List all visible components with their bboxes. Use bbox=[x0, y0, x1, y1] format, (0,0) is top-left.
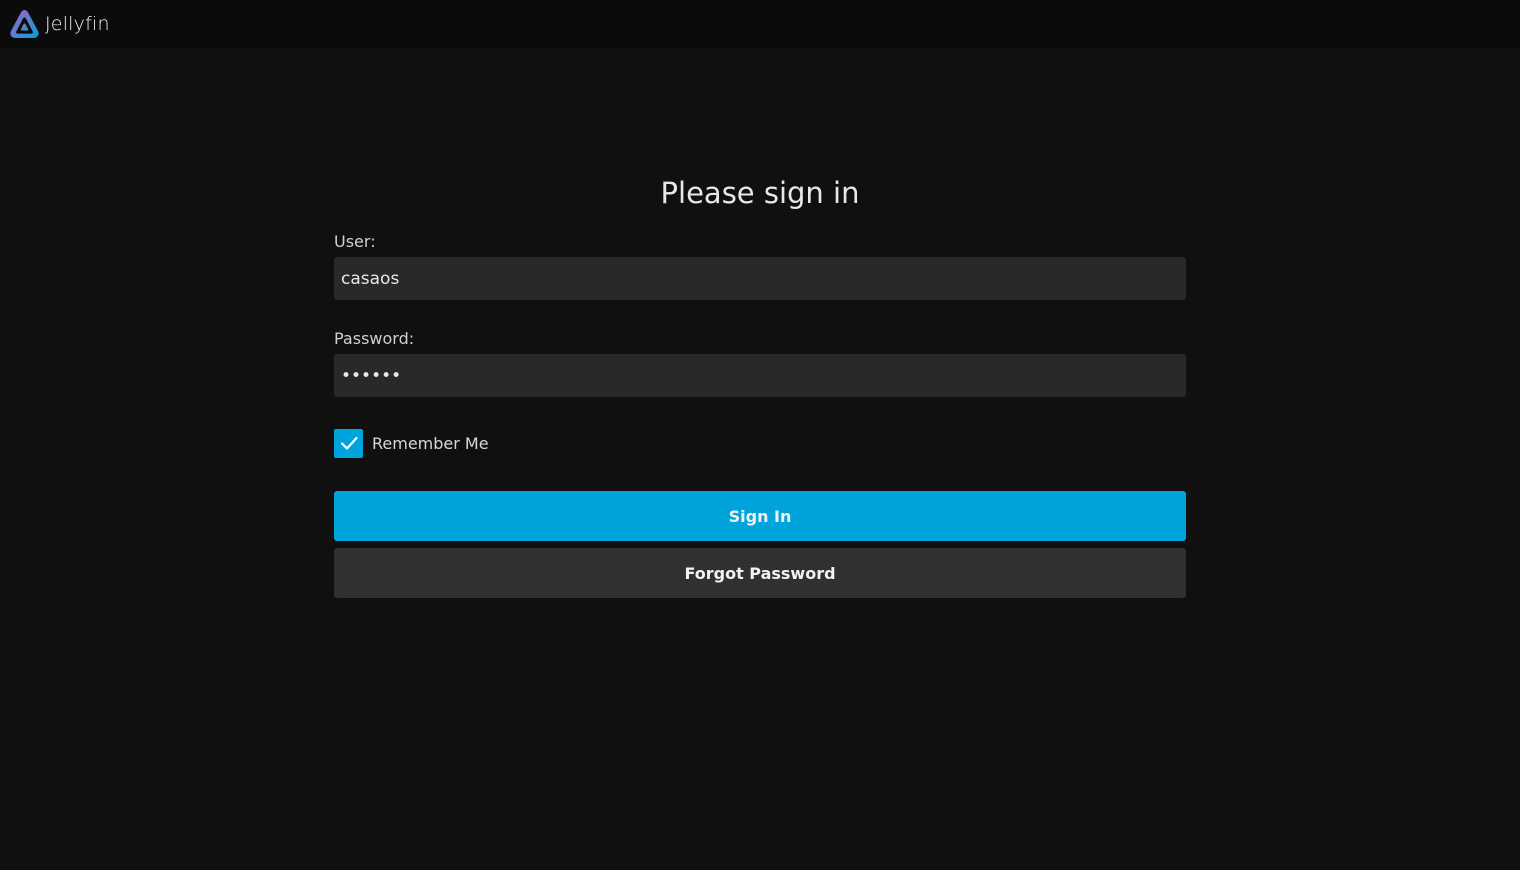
username-input[interactable] bbox=[334, 257, 1186, 300]
jellyfin-logo-icon bbox=[10, 9, 39, 38]
remember-me-label[interactable]: Remember Me bbox=[372, 434, 489, 453]
page-title: Please sign in bbox=[660, 176, 860, 210]
password-label: Password: bbox=[334, 329, 415, 348]
user-label: User: bbox=[334, 232, 376, 251]
remember-me-checkbox[interactable] bbox=[334, 428, 363, 458]
app-header: Jellyfin bbox=[0, 0, 1520, 48]
login-form: Please sign in User: Password: Remember … bbox=[334, 170, 1186, 598]
checkmark-icon bbox=[340, 436, 358, 450]
forgot-password-button[interactable]: Forgot Password bbox=[334, 548, 1186, 598]
sign-in-button[interactable]: Sign In bbox=[334, 491, 1186, 541]
app-name: Jellyfin bbox=[45, 13, 110, 35]
remember-me-row: Remember Me bbox=[334, 428, 1186, 458]
password-input[interactable] bbox=[334, 354, 1186, 397]
home-logo-link[interactable]: Jellyfin bbox=[8, 0, 110, 48]
